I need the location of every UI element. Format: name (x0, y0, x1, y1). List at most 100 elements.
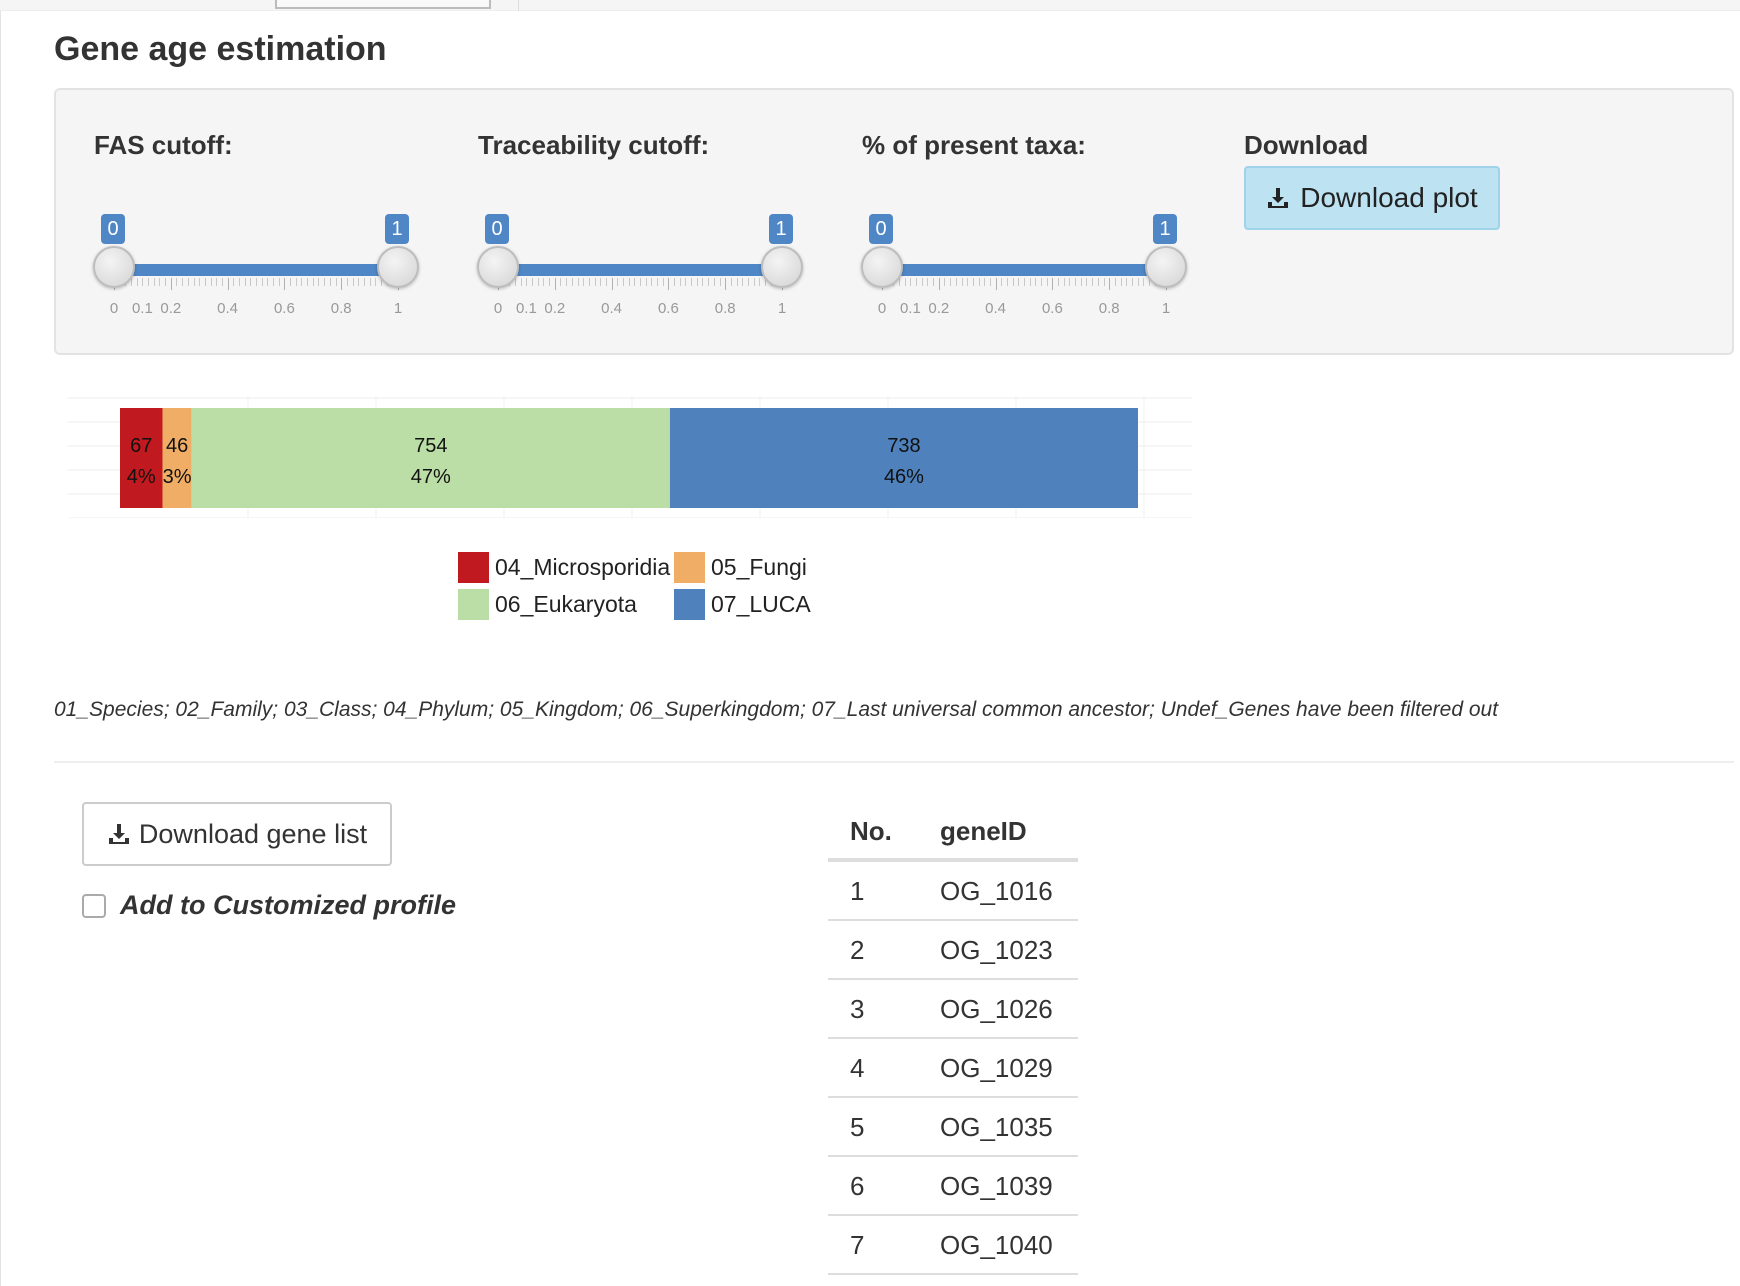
slider-tick (950, 278, 952, 286)
cell-no: 7 (850, 1230, 865, 1260)
cell-geneid: OG_1023 (940, 935, 1053, 965)
slider-tick (369, 278, 371, 286)
slider-label: % of present taxa: (862, 130, 1086, 160)
slider-tick (719, 278, 721, 286)
slider-tick (153, 278, 155, 286)
slider-max-handle[interactable] (377, 246, 419, 288)
slider-tick (515, 278, 517, 286)
slider-max-badge: 1 (1153, 214, 1177, 244)
slider-tick (267, 278, 269, 286)
slider-tick (295, 278, 297, 286)
slider-tick (730, 278, 732, 286)
slider-min-handle[interactable] (93, 246, 135, 288)
slider-min-badge: 0 (101, 214, 125, 244)
slider-tick (566, 278, 568, 286)
tick-label: 0 (877, 300, 887, 317)
download-plot-label: Download plot (1300, 182, 1478, 213)
slider-tick (674, 278, 676, 286)
page-title: Gene age estimation (54, 30, 387, 68)
slider-tick (759, 278, 761, 286)
slider-tick (753, 278, 755, 286)
slider-tick (972, 278, 974, 286)
slider-min-handle[interactable] (477, 246, 519, 288)
table-row: 3 OG_1026 (828, 980, 1078, 1039)
column-header-geneid[interactable]: geneID (940, 816, 1027, 847)
slider-tick (352, 278, 354, 286)
slider-tick (358, 278, 360, 286)
cell-geneid: OG_1040 (940, 1230, 1053, 1260)
slider-tick (199, 278, 201, 286)
column-header-no[interactable]: No. (850, 816, 892, 847)
slider-min-badge: 0 (485, 214, 509, 244)
download-icon (1268, 188, 1289, 208)
bar-segment (162, 408, 192, 508)
tick-label: 0.4 (985, 300, 1007, 317)
download-gene-list-label: Download gene list (138, 818, 368, 849)
slider-tick (165, 278, 167, 286)
customized-profile-option[interactable]: Add to Customized profile (82, 890, 456, 921)
slider-tick (955, 278, 957, 286)
slider-tick (318, 278, 320, 286)
slider-tick (662, 278, 664, 286)
slider-tick (1109, 278, 1111, 290)
slider-tick (1035, 278, 1037, 286)
slider-tick (736, 278, 738, 286)
slider-tick (696, 278, 698, 286)
slider-tick (307, 278, 309, 286)
slider-min-badge: 0 (869, 214, 893, 244)
tick-label: 1 (1161, 300, 1171, 317)
tick-label: 0.6 (273, 300, 295, 317)
slider-ticks (114, 278, 399, 290)
slider-tick (375, 278, 377, 286)
tick-label: 0.1 (515, 300, 537, 317)
tick-label: 0.6 (1041, 300, 1063, 317)
customized-profile-label: Add to Customized profile (120, 890, 456, 920)
tick-label: 0.8 (714, 300, 736, 317)
slider-tick (916, 278, 918, 286)
legend-item-eukaryota: 06_Eukaryota (458, 589, 637, 620)
traceability-cutoff-slider: Traceability cutoff: 0 1 0 0.1 0.2 0.4 0… (440, 130, 803, 317)
slider-tick (216, 278, 218, 286)
download-gene-list-button[interactable]: Download gene list (82, 802, 392, 866)
slider-tick (1006, 278, 1008, 286)
slider-tick (256, 278, 257, 286)
slider-min-handle[interactable] (861, 246, 903, 288)
slider-track[interactable] (498, 264, 782, 276)
slider-tick (1114, 278, 1116, 286)
slider-tick (204, 278, 206, 286)
top-tab-strip (0, 0, 1740, 11)
bar-value-label: 738 (887, 435, 920, 457)
slider-tick (989, 278, 991, 286)
slider-ticks (498, 278, 783, 290)
slider-track[interactable] (114, 264, 398, 276)
slider-tick (284, 278, 286, 290)
slider-label: Traceability cutoff: (478, 130, 710, 160)
slider-tick (927, 278, 929, 286)
slider-tick (995, 278, 997, 290)
slider-tick (238, 278, 240, 286)
slider-tick (312, 278, 314, 286)
download-plot-button[interactable]: Download plot (1244, 166, 1500, 230)
slider-tick (944, 278, 946, 286)
customized-profile-checkbox[interactable] (82, 893, 106, 918)
taxonomy-footnote: 01_Species; 02_Family; 03_Class; 04_Phyl… (54, 698, 1499, 721)
slider-max-handle[interactable] (1145, 246, 1187, 288)
slider-tick (131, 278, 133, 286)
bar-percent-label: 3% (163, 466, 192, 488)
bar-segment (191, 408, 670, 508)
cell-no: 6 (850, 1171, 865, 1201)
slider-tick (1137, 278, 1139, 286)
slider-tick (583, 278, 585, 286)
slider-ticks (882, 278, 1167, 290)
slider-tick (1086, 278, 1088, 286)
slider-tick (1131, 278, 1133, 286)
slider-max-handle[interactable] (761, 246, 803, 288)
slider-tick (628, 278, 630, 286)
slider-tick (622, 278, 624, 286)
slider-tick (904, 278, 906, 286)
slider-tick (244, 278, 246, 286)
slider-track[interactable] (882, 264, 1166, 276)
tab-stub[interactable] (275, 0, 491, 9)
slider-tick (713, 278, 715, 286)
cell-no: 5 (850, 1112, 865, 1142)
